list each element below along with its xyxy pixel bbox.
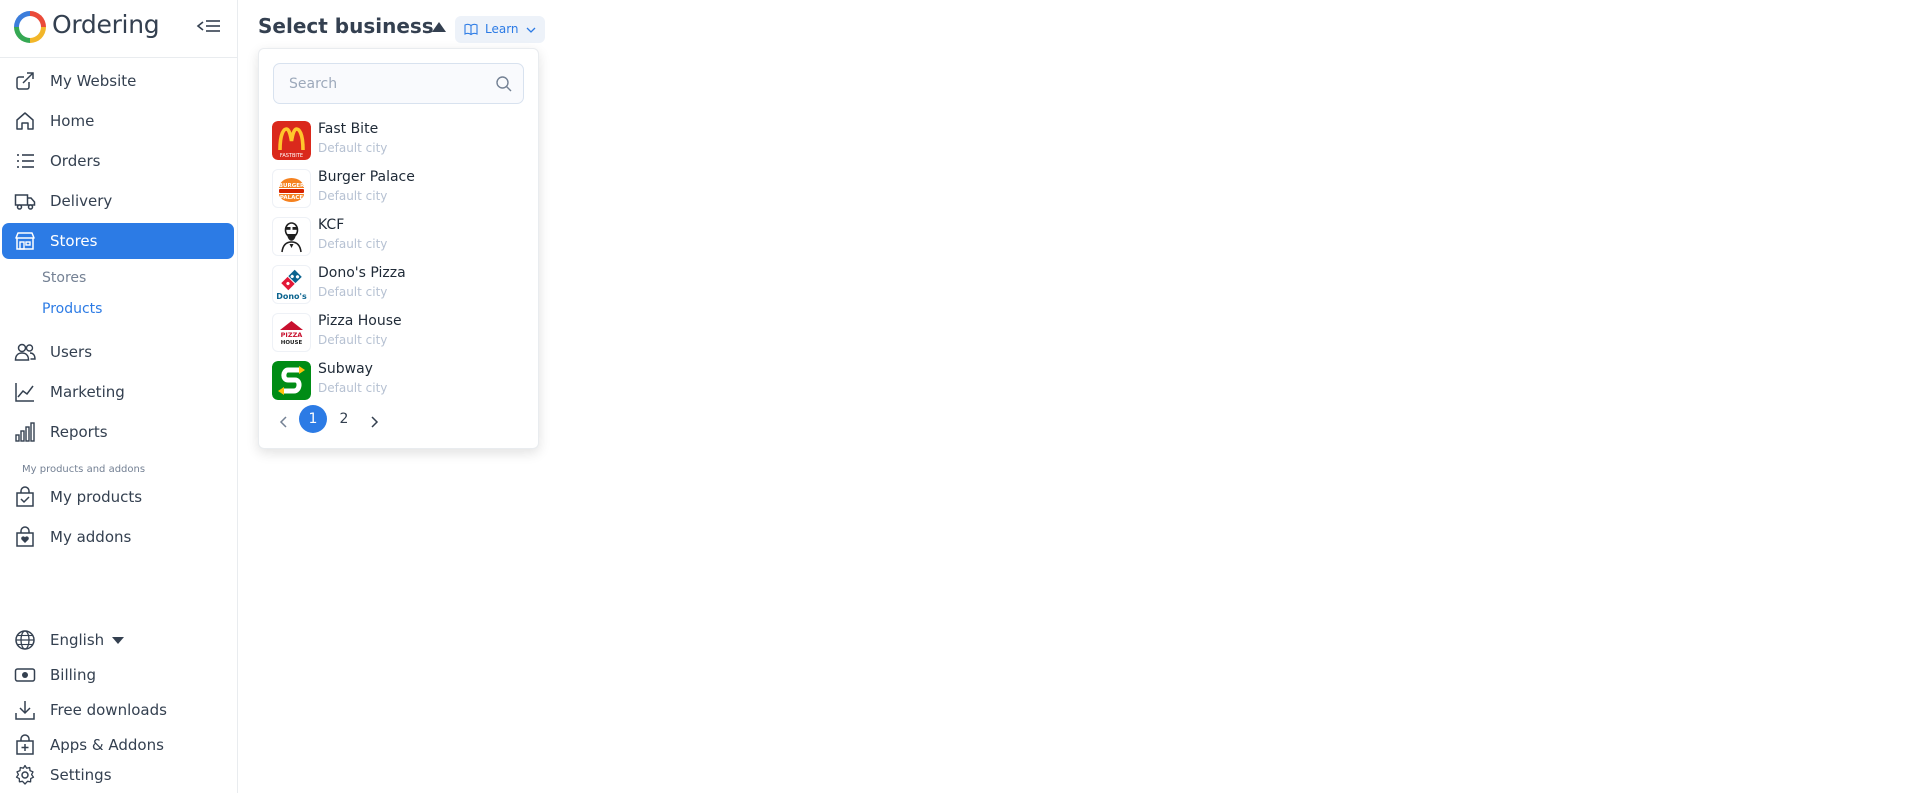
business-city: Default city — [318, 381, 388, 395]
sidebar: Ordering My Website Home Orders Delivery… — [0, 0, 238, 793]
sidebar-item-label: Stores — [50, 232, 98, 250]
sidebar-item-label: My Website — [50, 72, 137, 90]
sidebar-item-settings[interactable]: Settings — [2, 757, 234, 793]
sidebar-item-reports[interactable]: Reports — [2, 414, 234, 450]
business-city: Default city — [318, 333, 388, 347]
chevron-down-icon — [526, 27, 536, 33]
home-icon — [16, 112, 34, 130]
chevron-left-icon[interactable] — [273, 411, 295, 433]
business-item-donos-pizza[interactable]: Dono's Dono's Pizza Default city — [272, 263, 527, 307]
graph-up-icon — [15, 383, 34, 402]
svg-text:Dono's: Dono's — [276, 292, 307, 301]
business-name: Burger Palace — [318, 169, 415, 185]
business-name: Dono's Pizza — [318, 265, 406, 281]
app-name: Ordering — [52, 10, 160, 39]
language-selector[interactable]: English — [2, 622, 234, 658]
cash-icon — [14, 668, 36, 682]
business-item-fast-bite[interactable]: FASTBITE Fast Bite Default city — [272, 119, 527, 163]
sidebar-subitem-products[interactable]: Products — [42, 301, 102, 317]
sidebar-item-label: Delivery — [50, 192, 113, 210]
kcf-logo — [272, 217, 311, 256]
svg-text:PIZZA: PIZZA — [281, 331, 303, 339]
app-logo-icon — [14, 11, 46, 43]
business-name: Pizza House — [318, 313, 402, 329]
book-icon — [464, 23, 478, 36]
download-icon — [15, 701, 35, 720]
shop-icon — [15, 232, 35, 250]
gear-icon — [15, 764, 35, 785]
truck-icon — [14, 194, 36, 210]
learn-label: Learn — [485, 22, 519, 36]
sidebar-item-home[interactable]: Home — [2, 103, 234, 139]
bag-check-icon — [16, 486, 34, 507]
caret-down-icon — [112, 637, 125, 644]
business-city: Default city — [318, 237, 388, 251]
svg-text:FASTBITE: FASTBITE — [280, 153, 303, 159]
sidebar-item-my-products[interactable]: My products — [2, 479, 234, 515]
business-name: Fast Bite — [318, 121, 379, 137]
language-label: English — [50, 631, 125, 649]
sidebar-item-free-downloads[interactable]: Free downloads — [2, 692, 234, 728]
business-item-burger-palace[interactable]: BURGER PALACE Burger Palace Default city — [272, 167, 527, 211]
sidebar-item-label: Home — [50, 112, 95, 130]
sidebar-item-label: Free downloads — [50, 701, 167, 719]
search-icon[interactable] — [495, 75, 513, 93]
donos-pizza-logo: Dono's — [272, 265, 311, 304]
sidebar-item-label: Billing — [50, 666, 96, 684]
sidebar-item-stores[interactable]: Stores — [2, 223, 234, 259]
sidebar-item-label: Apps & Addons — [50, 736, 164, 754]
sidebar-item-label: Users — [50, 343, 93, 361]
external-link-icon — [16, 72, 34, 90]
business-dropdown: FASTBITE Fast Bite Default city BURGER P… — [258, 48, 539, 449]
sidebar-item-orders[interactable]: Orders — [2, 143, 234, 179]
search-input[interactable] — [274, 64, 484, 103]
svg-text:PALACE: PALACE — [280, 195, 304, 201]
bag-plus-icon — [16, 734, 34, 755]
collapse-sidebar-icon — [196, 20, 220, 32]
business-city: Default city — [318, 285, 388, 299]
sidebar-item-my-addons[interactable]: My addons — [2, 519, 234, 555]
learn-button[interactable]: Learn — [455, 16, 545, 43]
section-label-products-addons: My products and addons — [22, 464, 146, 475]
collapse-sidebar-button[interactable] — [194, 14, 224, 40]
sidebar-item-label: Orders — [50, 152, 101, 170]
business-city: Default city — [318, 189, 388, 203]
logo-row: Ordering — [0, 0, 238, 58]
business-item-subway[interactable]: Subway Default city — [272, 359, 527, 403]
sidebar-item-label: My products — [50, 488, 143, 506]
sidebar-item-billing[interactable]: Billing — [2, 657, 234, 693]
chevron-right-icon[interactable] — [363, 411, 385, 433]
burger-palace-logo: BURGER PALACE — [272, 169, 311, 208]
business-name: KCF — [318, 217, 345, 233]
business-item-kcf[interactable]: KCF Default city — [272, 215, 527, 259]
list-icon — [17, 154, 34, 168]
sidebar-item-label: Reports — [50, 423, 108, 441]
sidebar-item-users[interactable]: Users — [2, 334, 234, 370]
sidebar-item-delivery[interactable]: Delivery — [2, 183, 234, 219]
search-box — [273, 63, 524, 104]
pagination-page-2[interactable]: 2 — [330, 405, 358, 433]
svg-text:BURGER: BURGER — [279, 183, 305, 189]
globe-icon — [15, 630, 35, 650]
sidebar-item-marketing[interactable]: Marketing — [2, 374, 234, 410]
business-name: Subway — [318, 361, 373, 377]
sidebar-item-label: Settings — [50, 766, 112, 784]
pagination-page-1[interactable]: 1 — [299, 405, 327, 433]
business-city: Default city — [318, 141, 388, 155]
users-icon — [14, 343, 36, 361]
sidebar-subitem-stores[interactable]: Stores — [42, 270, 86, 286]
business-item-pizza-house[interactable]: PIZZA HOUSE Pizza House Default city — [272, 311, 527, 355]
fast-bite-logo: FASTBITE — [272, 121, 311, 160]
subway-logo — [272, 361, 311, 400]
svg-text:HOUSE: HOUSE — [281, 340, 303, 346]
page-title[interactable]: Select business — [258, 14, 434, 38]
sidebar-item-label: Marketing — [50, 383, 125, 401]
caret-up-icon[interactable] — [432, 22, 446, 32]
sidebar-item-label: My addons — [50, 528, 132, 546]
sidebar-item-my-website[interactable]: My Website — [2, 63, 234, 99]
bag-heart-icon — [16, 526, 34, 547]
bar-chart-icon — [15, 422, 35, 442]
pizza-house-logo: PIZZA HOUSE — [272, 313, 311, 352]
